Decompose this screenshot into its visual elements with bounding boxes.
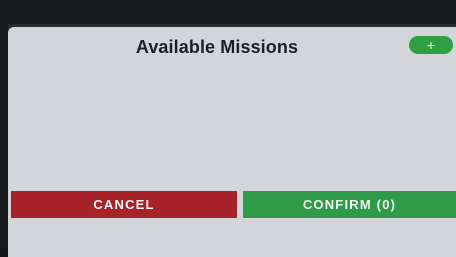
confirm-button[interactable]: CONFIRM (0) xyxy=(243,191,456,218)
add-mission-button[interactable]: + xyxy=(409,36,453,54)
missions-list xyxy=(8,61,456,211)
missions-dialog: Available Missions + xyxy=(8,27,456,257)
panel-edge xyxy=(0,24,8,248)
plus-icon: + xyxy=(426,37,436,53)
dialog-title: Available Missions xyxy=(135,37,299,57)
cancel-button[interactable]: CANCEL xyxy=(11,191,237,218)
